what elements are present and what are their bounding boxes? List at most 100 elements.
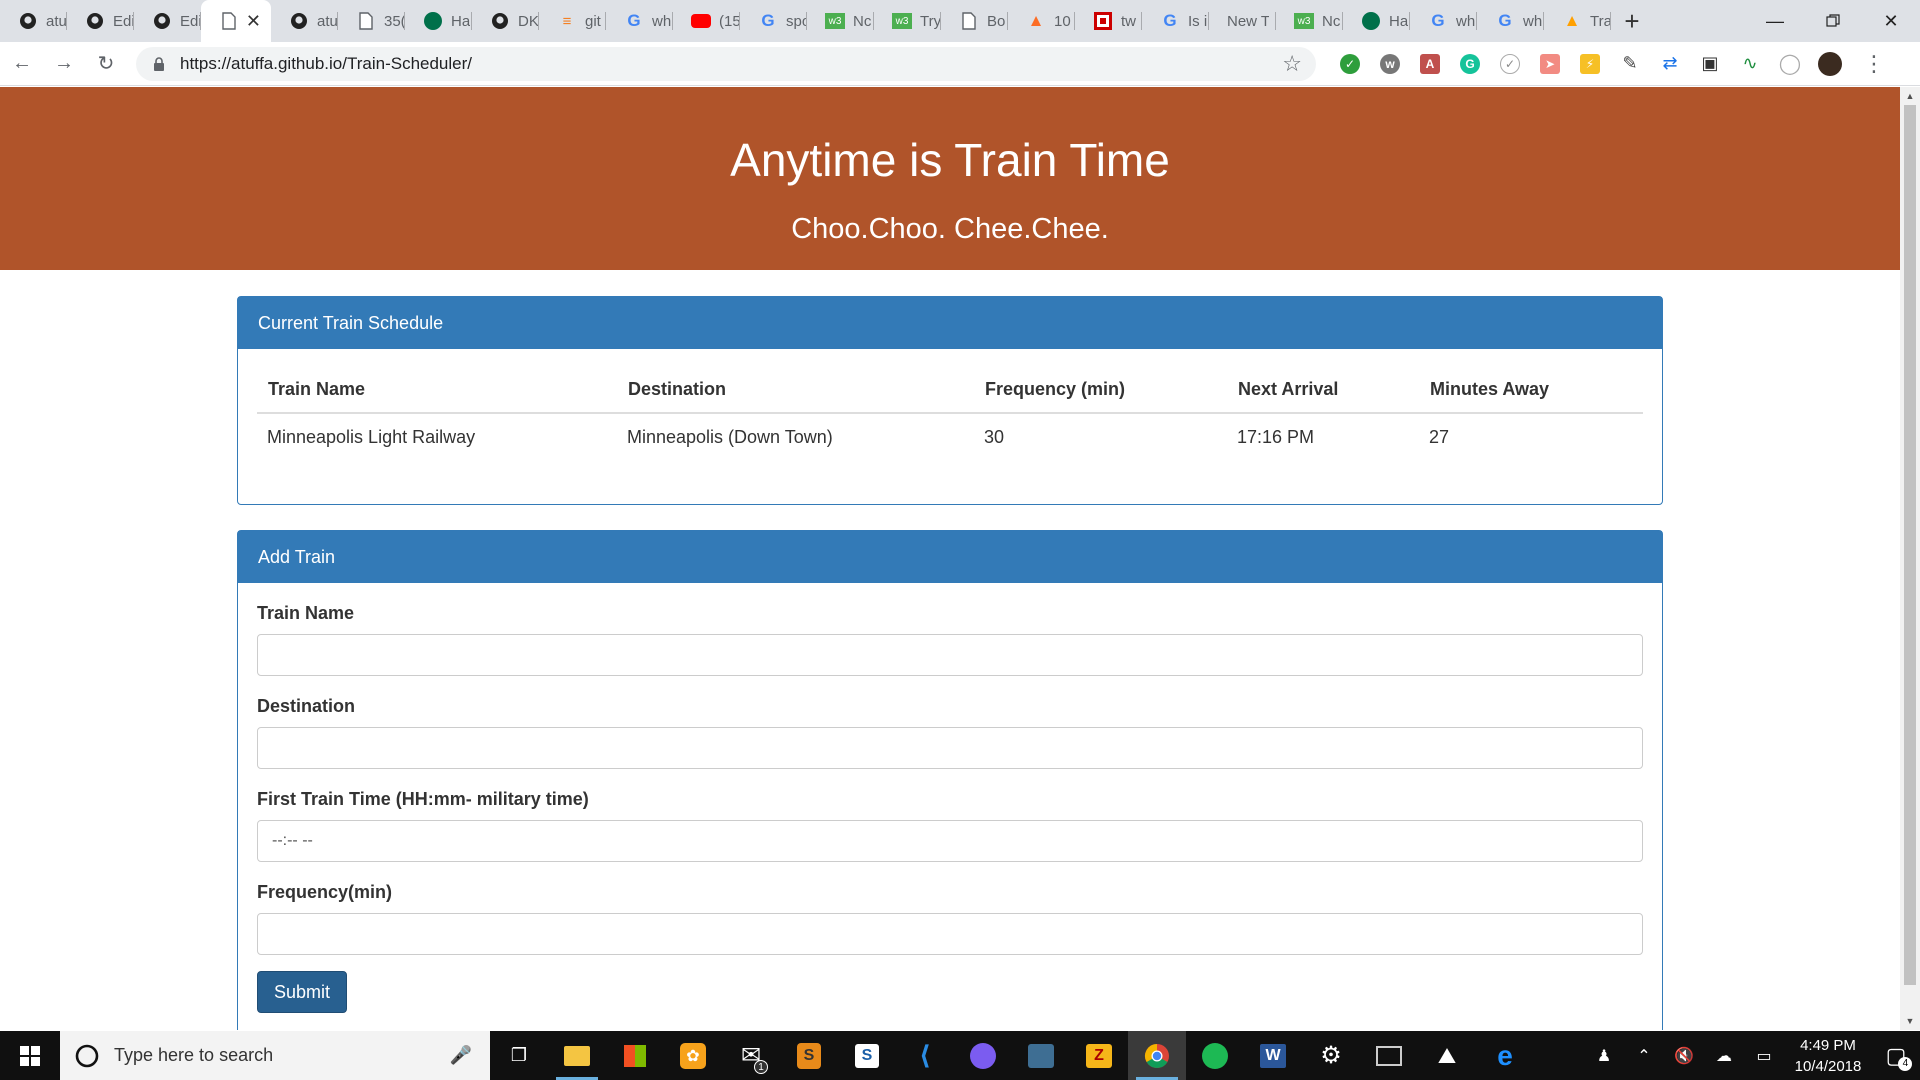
first-train-time-input[interactable]: --:-- --: [257, 820, 1643, 862]
scroll-up-icon[interactable]: ▲: [1900, 87, 1920, 105]
new-tab-button[interactable]: +: [1611, 0, 1653, 42]
scroll-down-icon[interactable]: ▼: [1900, 1012, 1920, 1030]
browser-tab[interactable]: ▲ 10: [1008, 0, 1075, 42]
taskbar-search[interactable]: Type here to search 🎤: [60, 1031, 490, 1080]
battery-icon[interactable]: ▭: [1744, 1031, 1784, 1080]
tab-title: Edi: [113, 12, 134, 30]
taskbar-filezilla[interactable]: Z: [1070, 1031, 1128, 1080]
extension-w[interactable]: w: [1370, 44, 1410, 84]
reload-button[interactable]: ↻: [86, 44, 126, 84]
task-view-button[interactable]: ❐: [490, 1031, 548, 1080]
extension-eyedropper[interactable]: ✎: [1610, 44, 1650, 84]
close-tab-icon[interactable]: ✕: [246, 11, 261, 32]
browser-tab[interactable]: Gwh: [1477, 0, 1544, 42]
extension-grammarly[interactable]: G: [1450, 44, 1490, 84]
taskbar-app-orange[interactable]: ✿: [664, 1031, 722, 1080]
forward-arrow-icon: →: [54, 52, 74, 74]
extension-arrows[interactable]: ⇄: [1650, 44, 1690, 84]
taskbar-spotify[interactable]: [1186, 1031, 1244, 1080]
extension-shield[interactable]: ✓: [1490, 44, 1530, 84]
sublime-icon: S: [797, 1042, 821, 1069]
taskbar-store[interactable]: [606, 1031, 664, 1080]
browser-tab[interactable]: DK: [472, 0, 539, 42]
extension-lightning[interactable]: ⚡: [1570, 44, 1610, 84]
scrollbar-thumb[interactable]: [1904, 105, 1916, 985]
taskbar-chrome[interactable]: [1128, 1031, 1186, 1080]
browser-tab[interactable]: Edi: [134, 0, 201, 42]
forward-button[interactable]: →: [44, 44, 84, 84]
google-icon: G: [1498, 11, 1512, 30]
browser-tab[interactable]: w3 Try: [874, 0, 941, 42]
browser-tab[interactable]: New Ta: [1209, 0, 1276, 42]
browser-tab[interactable]: Ha: [1343, 0, 1410, 42]
browser-tab[interactable]: ≡ git: [539, 0, 606, 42]
action-center-button[interactable]: ▢ 4: [1872, 1043, 1920, 1071]
train-name-input[interactable]: [257, 634, 1643, 676]
submit-button[interactable]: Submit: [257, 971, 348, 1013]
column-header-destination: Destination: [617, 365, 974, 414]
taskbar-edge[interactable]: e: [1476, 1031, 1534, 1080]
page-scrollbar[interactable]: ▲ ▼: [1900, 87, 1920, 1030]
extension-pdf[interactable]: A: [1410, 44, 1450, 84]
taskbar-mail[interactable]: ✉ 1: [722, 1031, 780, 1080]
browser-tab-active[interactable]: ✕: [201, 0, 271, 42]
train-name-label: Train Name: [257, 603, 355, 623]
volume-muted-icon[interactable]: 🔇: [1664, 1031, 1704, 1080]
bookmark-star-icon[interactable]: ☆: [1282, 51, 1302, 77]
close-window-button[interactable]: ✕: [1862, 0, 1920, 42]
taskbar-word[interactable]: W: [1244, 1031, 1302, 1080]
system-clock[interactable]: 4:49 PM 10/4/2018: [1784, 1035, 1872, 1077]
browser-tab[interactable]: Gwh: [606, 0, 673, 42]
taskbar-app-purple[interactable]: [954, 1031, 1012, 1080]
avatar: [1818, 51, 1842, 76]
taskbar-terminal[interactable]: [1360, 1031, 1418, 1080]
browser-tab[interactable]: tw: [1075, 0, 1142, 42]
taskbar-settings[interactable]: ⚙: [1302, 1031, 1360, 1080]
taskbar-file-explorer[interactable]: [548, 1031, 606, 1080]
browser-tab[interactable]: Edi: [67, 0, 134, 42]
microphone-icon[interactable]: 🎤: [450, 1045, 472, 1066]
minimize-button[interactable]: —: [1746, 0, 1804, 42]
browser-tab[interactable]: w3 Nc: [1276, 0, 1343, 42]
frequency-input[interactable]: [257, 913, 1643, 955]
browser-tab[interactable]: atu: [271, 0, 338, 42]
extension-check[interactable]: ✓: [1330, 44, 1370, 84]
people-icon[interactable]: ♟: [1584, 1031, 1624, 1080]
browser-tab[interactable]: G Is i: [1142, 0, 1209, 42]
extension-screenshot[interactable]: ▣: [1690, 44, 1730, 84]
address-bar[interactable]: https://atuffa.github.io/Train-Scheduler…: [136, 46, 1316, 81]
taskbar-app-s[interactable]: S: [838, 1031, 896, 1080]
restore-button[interactable]: [1804, 0, 1862, 42]
browser-tab[interactable]: ▲ Tra: [1544, 0, 1611, 42]
browser-tab[interactable]: 35(: [338, 0, 405, 42]
taskbar-mysql[interactable]: [1012, 1031, 1070, 1080]
taskbar-vscode[interactable]: ⟨: [896, 1031, 954, 1080]
browser-menu-button[interactable]: ⋮: [1854, 51, 1894, 77]
browser-tab[interactable]: Gspo: [740, 0, 807, 42]
window-controls: — ✕: [1746, 0, 1920, 42]
extension-arrow[interactable]: ➤: [1530, 44, 1570, 84]
browser-tab[interactable]: w3 Nc: [807, 0, 874, 42]
mysql-icon: [1028, 1043, 1054, 1068]
browser-tab[interactable]: Gwh: [1410, 0, 1477, 42]
tab-title: wh: [1456, 12, 1476, 30]
chevron-up-icon[interactable]: ⌃: [1624, 1031, 1664, 1080]
start-button[interactable]: [0, 1031, 60, 1080]
taskbar-sublime[interactable]: S: [780, 1031, 838, 1080]
profile-avatar[interactable]: [1810, 44, 1850, 84]
extension-pulse[interactable]: ∿: [1730, 44, 1770, 84]
schedule-panel-heading: Current Train Schedule: [238, 297, 1662, 349]
extension-circle[interactable]: ◯: [1770, 44, 1810, 84]
tab-title: Nc: [853, 12, 872, 30]
extensions-bar: ✓ w A G ✓ ➤ ⚡ ✎ ⇄ ▣ ∿ ◯: [1330, 44, 1850, 84]
taskbar-photos[interactable]: ⛰: [1418, 1031, 1476, 1080]
browser-tab[interactable]: Ha: [405, 0, 472, 42]
back-button[interactable]: ←: [2, 44, 42, 84]
browser-tab[interactable]: (15: [673, 0, 740, 42]
browser-tab[interactable]: atu: [0, 0, 67, 42]
tab-title: Try: [920, 12, 941, 30]
browser-tab[interactable]: Bo: [941, 0, 1008, 42]
onedrive-icon[interactable]: ☁: [1704, 1031, 1744, 1080]
destination-input[interactable]: [257, 727, 1643, 769]
tab-title: atu: [46, 12, 67, 30]
